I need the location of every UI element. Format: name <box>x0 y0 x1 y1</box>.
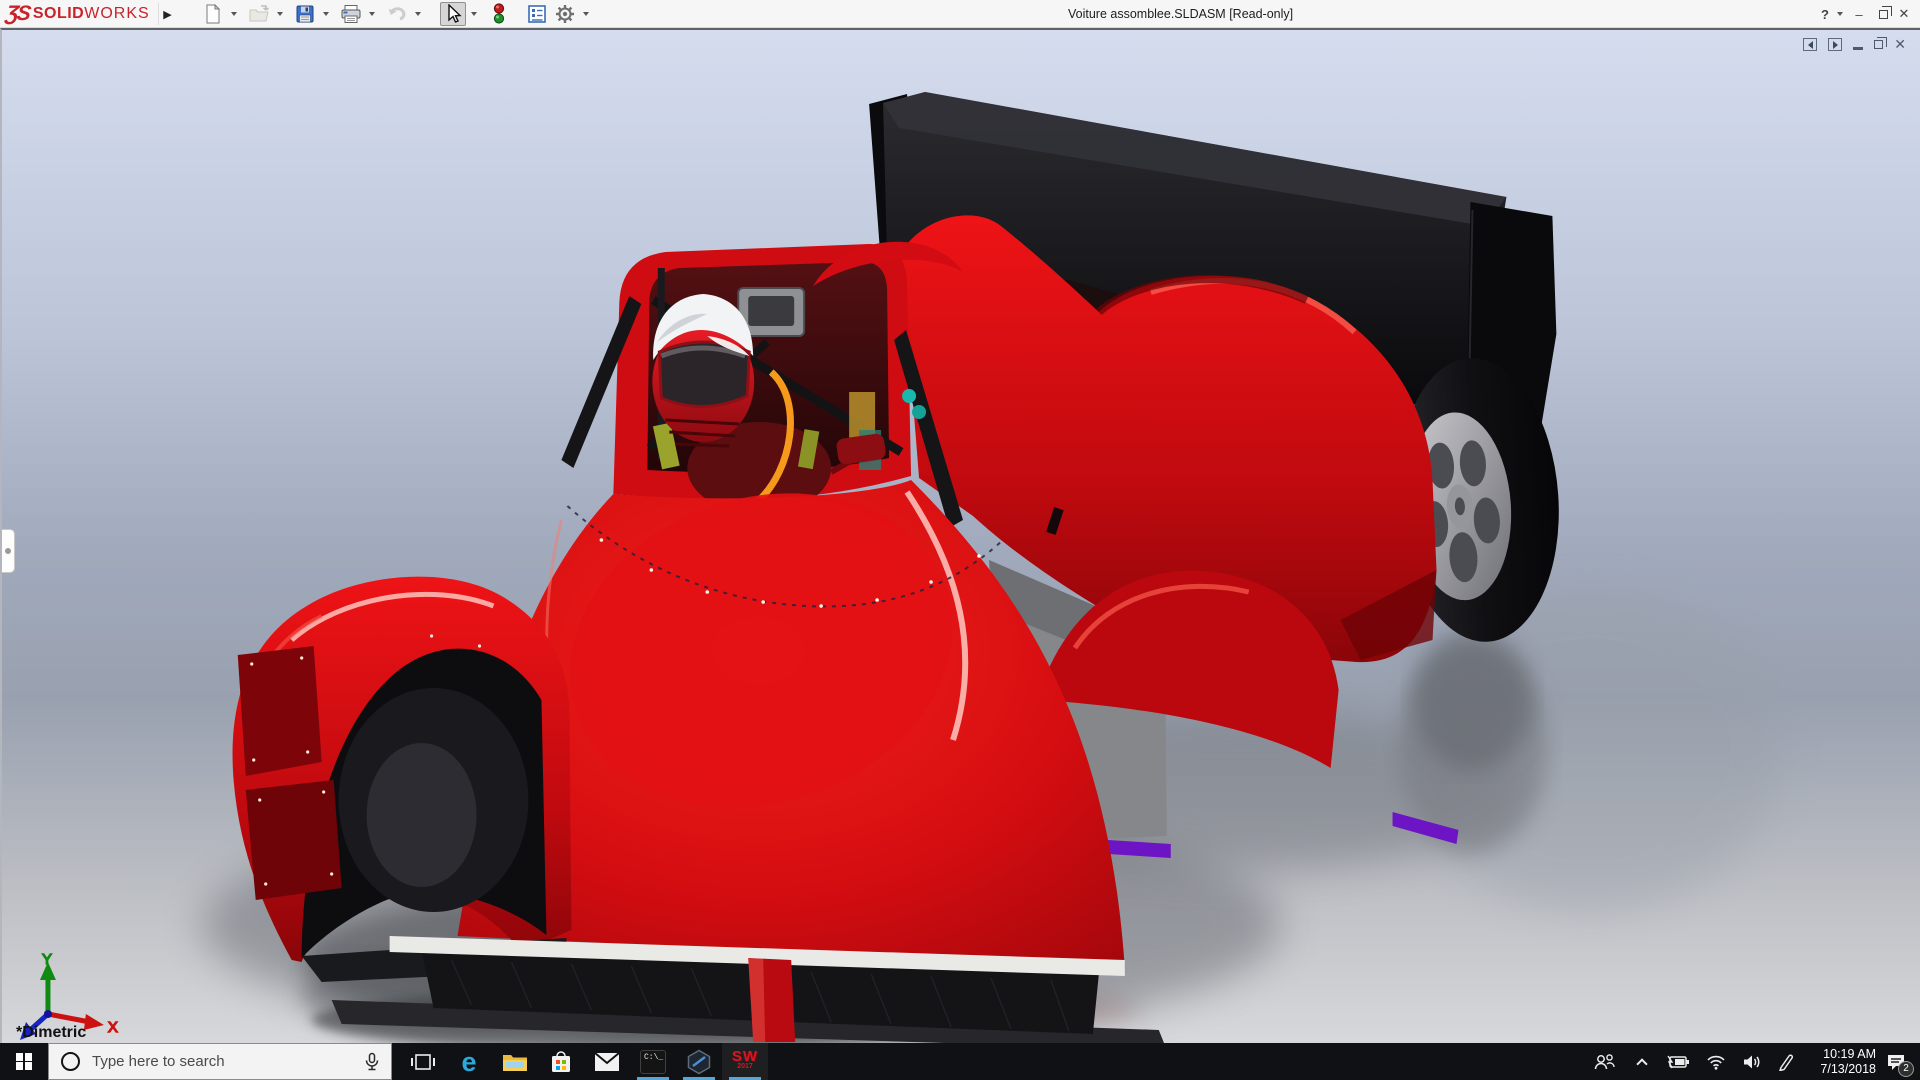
solidworks-logo-light: WORKS <box>84 5 149 23</box>
graphics-area[interactable]: Y X ✕ *Dimetric <box>0 28 1920 1043</box>
command-prompt-icon: C:\_ <box>640 1050 666 1074</box>
feature-panel-tab[interactable] <box>2 529 15 573</box>
window-controls: ? – ✕ <box>1815 0 1914 28</box>
taskbar-app-command-prompt[interactable]: C:\_ <box>630 1043 676 1080</box>
undo-dropdown[interactable] <box>412 2 424 26</box>
people-icon <box>1593 1053 1615 1071</box>
close-button[interactable]: ✕ <box>1894 6 1914 22</box>
mail-icon <box>594 1052 620 1072</box>
titlebar: ƷS SOLIDWORKS ▶ <box>0 0 1920 28</box>
new-document-button[interactable] <box>200 2 226 26</box>
hexagon-app-icon <box>686 1049 712 1075</box>
gear-icon <box>555 4 575 24</box>
options-gear-button[interactable] <box>552 2 578 26</box>
document-minimize-button[interactable] <box>1853 47 1863 50</box>
triad-y-label: Y <box>42 951 52 968</box>
taskbar-app-hexagon[interactable] <box>676 1043 722 1080</box>
front-left-fender[interactable] <box>233 577 572 962</box>
driver-helmet <box>652 294 754 446</box>
open-icon <box>248 4 270 24</box>
print-icon <box>340 4 362 24</box>
search-input[interactable] <box>90 1052 363 1071</box>
taskbar-app-solidworks[interactable]: SW 2017 <box>722 1043 768 1080</box>
restore-button[interactable] <box>1879 10 1888 19</box>
pen-icon <box>1777 1053 1795 1071</box>
taskbar-clock[interactable]: 10:19 AM 7/13/2018 <box>1806 1043 1876 1080</box>
tray-date: 7/13/2018 <box>1820 1062 1876 1077</box>
windows-ink-button[interactable] <box>1770 1043 1802 1080</box>
wifi-button[interactable] <box>1700 1043 1732 1080</box>
open-button[interactable] <box>246 2 272 26</box>
document-window-controls: ✕ <box>1803 38 1906 51</box>
dive-plane-upper <box>238 646 322 776</box>
save-dropdown[interactable] <box>320 2 332 26</box>
edge-icon: e <box>461 1049 476 1075</box>
standard-toolbar <box>200 2 596 26</box>
solidworks-logo-mark: ƷS <box>4 2 30 26</box>
microphone-icon[interactable] <box>363 1052 381 1072</box>
save-icon <box>295 4 315 24</box>
taskbar-app-edge[interactable]: e <box>446 1043 492 1080</box>
print-button[interactable] <box>338 2 364 26</box>
rebuild-traffic-light-icon <box>492 3 506 25</box>
3d-model-viewport[interactable]: Y X <box>2 30 1920 1043</box>
solidworks-logo: ƷS SOLIDWORKS <box>6 1 150 27</box>
undo-button[interactable] <box>384 2 410 26</box>
taskbar-app-mail[interactable] <box>584 1043 630 1080</box>
select-button[interactable] <box>440 2 466 26</box>
document-restore-button[interactable] <box>1874 40 1883 49</box>
window-title: Voiture assomblee.SLDASM [Read-only] <box>1068 0 1293 28</box>
taskbar-app-store[interactable] <box>538 1043 584 1080</box>
select-dropdown[interactable] <box>468 2 480 26</box>
action-center-button[interactable]: 2 <box>1876 1043 1916 1080</box>
help-dropdown[interactable] <box>1837 12 1843 16</box>
start-button[interactable] <box>0 1043 48 1080</box>
next-window-button[interactable] <box>1828 38 1842 51</box>
view-orientation-label: *Dimetric <box>16 1024 86 1042</box>
taskbar-app-file-explorer[interactable] <box>492 1043 538 1080</box>
rebuild-traffic-light-button[interactable] <box>486 2 512 26</box>
task-view-icon <box>411 1051 435 1073</box>
battery-icon <box>1666 1054 1690 1070</box>
power-status-button[interactable] <box>1662 1043 1694 1080</box>
hidden-icons-button[interactable] <box>1626 1043 1658 1080</box>
task-view-button[interactable] <box>400 1043 446 1080</box>
new-document-dropdown[interactable] <box>228 2 240 26</box>
file-explorer-icon <box>502 1051 528 1073</box>
taskbar: e C:\_ SW <box>0 1043 1920 1080</box>
document-close-button[interactable]: ✕ <box>1894 38 1906 51</box>
open-dropdown[interactable] <box>274 2 286 26</box>
save-button[interactable] <box>292 2 318 26</box>
notification-badge: 2 <box>1898 1061 1914 1077</box>
undo-icon <box>386 4 408 24</box>
file-properties-icon <box>527 4 547 24</box>
solidworks-app-icon: SW 2017 <box>732 1052 758 1072</box>
options-dropdown[interactable] <box>580 2 592 26</box>
volume-button[interactable] <box>1736 1043 1768 1080</box>
select-cursor-icon <box>444 4 462 24</box>
speaker-icon <box>1742 1054 1762 1070</box>
chevron-up-icon <box>1636 1058 1647 1069</box>
wifi-icon <box>1706 1054 1726 1070</box>
previous-window-button[interactable] <box>1803 38 1817 51</box>
store-icon <box>549 1050 573 1074</box>
print-dropdown[interactable] <box>366 2 378 26</box>
tray-time: 10:19 AM <box>1823 1047 1876 1062</box>
help-button[interactable]: ? <box>1815 7 1835 22</box>
windows-logo-icon <box>16 1053 33 1070</box>
solidworks-logo-bold: SOLID <box>33 5 84 23</box>
file-properties-button[interactable] <box>524 2 550 26</box>
minimize-button[interactable]: – <box>1849 7 1869 22</box>
triad-x-label: X <box>108 1019 118 1036</box>
menu-flyout-arrow[interactable]: ▶ <box>158 3 176 25</box>
dive-plane-lower <box>246 780 342 900</box>
taskbar-search[interactable] <box>48 1043 392 1080</box>
new-document-icon <box>203 4 223 24</box>
people-button[interactable] <box>1588 1043 1620 1080</box>
cortana-icon <box>61 1052 80 1071</box>
